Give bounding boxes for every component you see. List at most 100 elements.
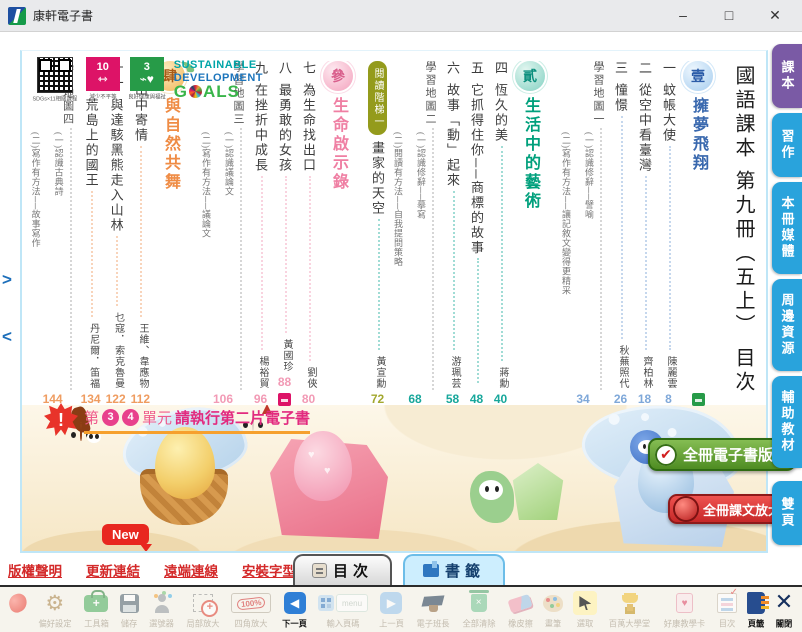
unit-1-numeral-icon: 壹: [683, 61, 713, 91]
dotted-leader: [299, 173, 318, 364]
tool-partial-zoom[interactable]: 局部放大: [180, 590, 226, 630]
dotted-leader: [106, 233, 126, 309]
toc-lesson-7[interactable]: 七 為生命找出口 劉俠 80: [299, 61, 318, 406]
gear-icon: ⚙: [45, 591, 64, 615]
tool-number-picker[interactable]: 選號器: [144, 590, 181, 630]
tab-peripheral-resources[interactable]: 周邊資源: [772, 279, 802, 371]
tab-volume-media[interactable]: 本冊媒體: [772, 182, 802, 274]
update-link[interactable]: 更新連結: [86, 560, 140, 580]
page-number: 68: [392, 392, 438, 406]
unit-3-name: 生命啟示錄: [326, 97, 350, 192]
app-window: 康軒電子書 – □ ✕ 課本 習作 本冊媒體 周邊資源 輔助教材 雙頁 > < …: [0, 0, 802, 632]
tool-save[interactable]: 儲存: [115, 590, 144, 630]
page-number: 48: [467, 392, 486, 406]
toc-lesson-12[interactable]: 十二 荒島上的國王 丹尼爾．笛福 134: [81, 61, 101, 406]
dotted-leader: [275, 173, 294, 336]
learning-map-1[interactable]: 學習地圖一 (一)認識修辭──譬喻 (二)寫作有方法──讓記敘文變得更精采 34: [560, 61, 606, 406]
toc-lesson-2[interactable]: 二 從空中看臺灣 齊柏林 18: [635, 61, 654, 406]
heart-card-icon: ♥: [676, 593, 693, 613]
tool-toc[interactable]: 目次: [712, 590, 742, 630]
reading-ladder-1[interactable]: 閱讀階梯一 畫家的天空 黃宣勳 72: [368, 61, 387, 406]
tool-select[interactable]: 選取: [568, 590, 602, 630]
tool-close[interactable]: ✕ 關閉: [770, 590, 798, 630]
dotted-leader: [251, 173, 270, 353]
toc-lesson-1[interactable]: 一 蚊帳大使 陳麗雲 8: [659, 61, 678, 406]
tool-prev-page[interactable]: ▶ 上一頁: [373, 590, 410, 630]
person-picker-icon: [152, 593, 172, 613]
learning-map-3[interactable]: 學習地圖三 (一)認識議論文 (二)寫作有方法──議論文 106: [200, 61, 246, 406]
page-number: 72: [368, 392, 387, 406]
remote-connection-link[interactable]: 遠端連線: [164, 560, 218, 580]
magnifier-zoom-icon: [193, 594, 213, 612]
tool-toolbox[interactable]: + 工具箱: [78, 590, 115, 630]
page-back-chevron[interactable]: <: [2, 327, 18, 347]
tab-textbook[interactable]: 課本: [772, 44, 802, 108]
page-number: 26: [611, 392, 630, 406]
learning-map-4[interactable]: 學習地圖四 (一)認識古典詩 (二)寫作有方法──故事寫作 144: [30, 61, 76, 406]
zoom-100-icon: 100%: [231, 593, 271, 613]
toc-tab-icon: [312, 563, 327, 578]
tool-eraser[interactable]: 橡皮擦: [502, 590, 539, 630]
page-number: 34: [560, 392, 606, 406]
tab-auxiliary-materials[interactable]: 輔助教材: [772, 376, 802, 468]
check-circle-icon: ✔: [655, 444, 677, 466]
floppy-save-icon: [120, 594, 139, 613]
sdg-rainbow-o-icon: [189, 85, 202, 98]
tool-corner-zoom[interactable]: 100% 四角放大: [226, 590, 276, 630]
trash-icon: ×: [471, 594, 487, 612]
toc-lesson-6[interactable]: 六 故事「動」起來 游珮芸 58: [443, 61, 462, 406]
unit-2-header: 貳 生活中的藝術: [515, 61, 545, 406]
unit-4: 肆 與自然共舞 十 山中寄情 王維、韋應物 112 十一 與達駭黑熊走入山林: [26, 61, 185, 406]
side-tab-strip: 課本 習作 本冊媒體 周邊資源 輔助教材 雙頁: [768, 44, 802, 545]
unit-3: 參 生命啟示錄 七 為生命找出口 劉俠 80 八 最勇敢的女孩: [200, 61, 353, 406]
tool-e-class-leader[interactable]: 電子班長: [410, 590, 456, 630]
tool-teaching-cards[interactable]: ♥ 好康教學卡: [657, 590, 712, 630]
page-number: 88: [275, 375, 294, 389]
titlebar: 康軒電子書 – □ ✕: [0, 0, 802, 32]
page-number: 18: [635, 392, 654, 406]
sdg-mini-badge-green: [692, 393, 705, 406]
toc-lesson-3[interactable]: 三 憧憬 秋蕪照代 26: [611, 61, 630, 406]
cursor-select-icon: [573, 591, 597, 615]
page-forward-chevron[interactable]: >: [2, 270, 18, 290]
tab-double-page[interactable]: 雙頁: [772, 481, 802, 545]
toc-lesson-10[interactable]: 十 山中寄情 王維、韋應物 112: [131, 61, 150, 406]
qr-code: [37, 57, 73, 93]
toc-lesson-4[interactable]: 四 恆久的美 蔣勳 40: [491, 61, 510, 406]
unit-2-name: 生活中的藝術: [518, 97, 542, 211]
close-button[interactable]: ✕: [766, 7, 784, 24]
sdg3-badge-icon: 3 ⌁♥: [130, 57, 164, 91]
toc-lesson-5[interactable]: 五 它抓得住你──商標的故事 48: [467, 61, 486, 406]
checklist-icon: [717, 593, 737, 613]
dotted-leader: [131, 143, 150, 320]
toc-lesson-11[interactable]: 十一 與達駭黑熊走入山林 乜寇．索克魯曼 122: [106, 61, 126, 406]
tab-workbook[interactable]: 習作: [772, 113, 802, 177]
tool-million-academy[interactable]: 百萬大學堂: [602, 590, 657, 630]
maximize-button[interactable]: □: [720, 7, 738, 24]
learning-map-2[interactable]: 學習地圖二 (一)認識修辭──摹寫 (二)閱讀有方法──自我提問策略 68: [392, 61, 438, 406]
bookmark-tab-icon: [423, 564, 439, 577]
dotted-leader: [81, 188, 101, 320]
footer-tab-bookmark[interactable]: 書籤: [403, 554, 505, 585]
tool-page-tabs[interactable]: 頁籤: [742, 590, 770, 630]
minimize-button[interactable]: –: [674, 7, 692, 24]
tool-laser-pointer[interactable]: [4, 590, 32, 617]
footer-tab-toc[interactable]: 目次: [293, 554, 392, 585]
book-tabs-icon: [747, 592, 765, 614]
install-font-link[interactable]: 安裝字型: [242, 560, 296, 580]
close-x-icon: ✕: [775, 592, 793, 614]
sdg10-badge-icon: 10 ⇿: [86, 57, 120, 91]
pink-egg-icon: ♥♥: [294, 431, 352, 501]
tool-enter-page-number[interactable]: menu 輸入頁碼: [313, 590, 373, 630]
toolbox-icon: +: [84, 595, 108, 612]
toc-lesson-9[interactable]: 九 在挫折中成長 楊裕貿 96: [251, 61, 270, 406]
tool-next-page[interactable]: ◀ 下一頁: [276, 590, 313, 630]
copyright-link[interactable]: 版權聲明: [8, 560, 62, 580]
tool-clear-all[interactable]: × 全部清除: [456, 590, 502, 630]
tool-preferences[interactable]: ⚙ 偏好設定: [32, 590, 78, 630]
unit-4-header: 肆 與自然共舞: [155, 61, 185, 406]
tool-paintbrush[interactable]: 畫筆: [539, 590, 569, 630]
disc-notice: ! 第 3 4 單元 請執行第二片電子書: [44, 403, 310, 437]
unit-3-circle-badge: 3: [102, 409, 119, 426]
toc-lesson-8[interactable]: 八 最勇敢的女孩 黃國珍 88: [275, 61, 294, 406]
